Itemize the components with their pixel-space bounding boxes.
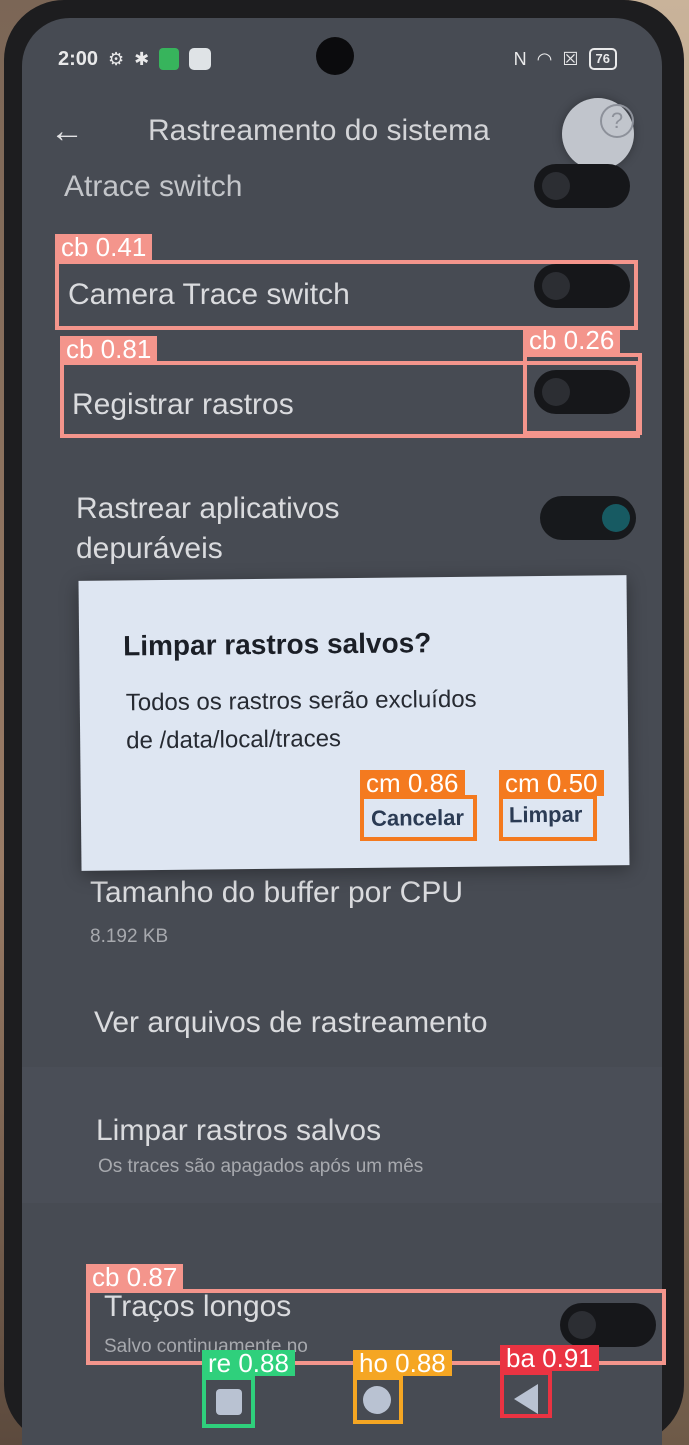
detection-label: cb 0.41 xyxy=(55,234,153,260)
cancel-button[interactable]: Cancelar xyxy=(371,805,464,832)
dialog-message: Todos os rastros serão excluídos de /dat… xyxy=(125,685,477,755)
long-traces-switch[interactable] xyxy=(560,1303,656,1347)
debuggable-apps-switch[interactable] xyxy=(540,496,636,540)
registrar-rastros-label: Registrar rastros xyxy=(72,388,294,421)
buffer-size-value: 8.192 KB xyxy=(90,926,169,947)
detection-label: cb 0.87 xyxy=(86,1264,184,1290)
view-trace-files-item[interactable]: Ver arquivos de rastreamento xyxy=(94,1006,488,1040)
status-bar-left: 2:00 ⚙ ✱ xyxy=(58,44,212,74)
nfc-icon: N xyxy=(513,48,527,69)
detection-label: ba 0.91 xyxy=(500,1345,599,1371)
detection-label: cb 0.26 xyxy=(523,327,621,353)
registrar-rastros-switch[interactable] xyxy=(534,370,630,414)
clear-traces-dialog: Limpar rastros salvos? Todos os rastros … xyxy=(78,575,630,871)
atrace-label: Atrace switch xyxy=(64,170,243,203)
message-notification-icon xyxy=(189,48,212,70)
help-icon[interactable]: ? xyxy=(600,104,634,138)
clear-saved-traces-subtitle: Os traces são apagados após um mês xyxy=(98,1156,424,1177)
long-traces-label: Traços longos xyxy=(104,1290,292,1323)
battery-icon: 76 xyxy=(588,48,617,70)
detection-label: cm 0.50 xyxy=(499,770,604,796)
detection-label: cb 0.81 xyxy=(60,336,158,362)
square-icon[interactable] xyxy=(216,1389,242,1415)
debuggable-apps-label: Rastrear aplicativos depuráveis xyxy=(76,492,340,565)
settings-gear-icon: ⚙ xyxy=(108,48,125,69)
arrow-left-icon[interactable]: ← xyxy=(50,112,100,151)
page-title: Rastreamento do sistema xyxy=(148,114,490,147)
app-bar: ← Rastreamento do sistema xyxy=(50,110,639,152)
status-bar-right: N ◠ ☒ 76 xyxy=(514,44,617,74)
circle-icon[interactable] xyxy=(363,1386,391,1414)
dialog-title: Limpar rastros salvos? xyxy=(123,627,432,662)
clear-saved-traces-item[interactable]: Limpar rastros salvos xyxy=(96,1114,381,1148)
android-icon: ✱ xyxy=(134,48,150,69)
atrace-switch[interactable] xyxy=(534,164,630,208)
triangle-back-icon[interactable] xyxy=(514,1384,538,1414)
front-camera xyxy=(316,37,354,75)
camera-trace-label: Camera Trace switch xyxy=(68,278,350,311)
camera-trace-switch[interactable] xyxy=(534,264,630,308)
wifi-icon: ◠ xyxy=(536,48,553,69)
signal-off-icon: ☒ xyxy=(562,48,579,69)
detection-label: re 0.88 xyxy=(202,1350,295,1376)
detection-label: cm 0.86 xyxy=(360,770,465,796)
app-notification-icon xyxy=(159,48,180,70)
detection-label: ho 0.88 xyxy=(353,1350,452,1376)
status-time: 2:00 xyxy=(58,47,99,70)
clear-button[interactable]: Limpar xyxy=(509,802,583,829)
buffer-size-label: Tamanho do buffer por CPU xyxy=(90,876,463,909)
